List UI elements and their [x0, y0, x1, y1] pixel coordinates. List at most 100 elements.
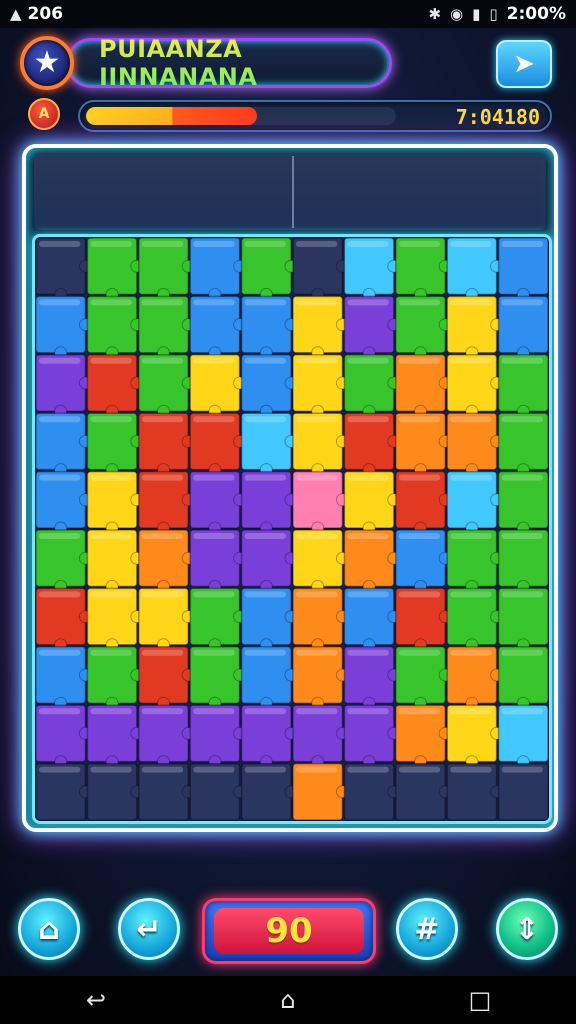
puzzle-piece[interactable] [497, 237, 549, 301]
puzzle-piece[interactable] [446, 295, 504, 360]
puzzle-pieces[interactable] [35, 237, 549, 821]
puzzle-piece[interactable] [292, 704, 349, 769]
puzzle-piece[interactable] [189, 354, 247, 418]
puzzle-piece[interactable] [35, 762, 92, 821]
puzzle-piece[interactable] [189, 529, 247, 593]
puzzle-piece[interactable] [395, 762, 452, 821]
timer-badge[interactable]: A [28, 98, 60, 130]
puzzle-piece[interactable] [240, 412, 298, 477]
puzzle-piece[interactable] [35, 470, 92, 535]
puzzle-piece[interactable] [86, 587, 144, 652]
puzzle-piece[interactable] [343, 762, 401, 821]
puzzle-piece[interactable] [35, 412, 92, 477]
puzzle-piece[interactable] [35, 529, 92, 593]
puzzle-piece[interactable] [35, 704, 92, 769]
puzzle-piece[interactable] [240, 470, 298, 535]
puzzle-piece[interactable] [240, 529, 298, 593]
puzzle-piece[interactable] [343, 587, 401, 652]
puzzle-piece[interactable] [497, 295, 549, 360]
puzzle-piece[interactable] [343, 412, 401, 477]
puzzle-piece[interactable] [497, 704, 549, 769]
puzzle-piece[interactable] [35, 237, 92, 301]
puzzle-piece[interactable] [240, 354, 298, 418]
puzzle-piece[interactable] [240, 587, 298, 652]
puzzle-piece[interactable] [138, 646, 195, 710]
hint-button[interactable]: ↵ [118, 898, 180, 960]
puzzle-piece[interactable] [189, 237, 247, 301]
puzzle-piece[interactable] [35, 354, 92, 418]
puzzle-piece[interactable] [138, 237, 195, 301]
puzzle-piece[interactable] [86, 470, 144, 535]
puzzle-piece[interactable] [138, 354, 195, 418]
puzzle-piece[interactable] [343, 470, 401, 535]
puzzle-piece[interactable] [240, 237, 298, 301]
puzzle-piece[interactable] [343, 529, 401, 593]
home-button[interactable]: ⌂ [18, 898, 80, 960]
puzzle-piece[interactable] [35, 587, 92, 652]
puzzle-piece[interactable] [138, 295, 195, 360]
puzzle-piece[interactable] [292, 470, 349, 535]
puzzle-piece[interactable] [86, 762, 144, 821]
puzzle-piece[interactable] [395, 295, 452, 360]
puzzle-piece[interactable] [446, 237, 504, 301]
puzzle-piece[interactable] [86, 704, 144, 769]
puzzle-piece[interactable] [86, 646, 144, 710]
puzzle-piece[interactable] [497, 646, 549, 710]
puzzle-piece[interactable] [292, 237, 349, 301]
puzzle-piece[interactable] [189, 470, 247, 535]
puzzle-piece[interactable] [189, 587, 247, 652]
nav-home-icon[interactable]: ⌂ [258, 980, 318, 1020]
puzzle-piece[interactable] [292, 587, 349, 652]
puzzle-piece[interactable] [35, 646, 92, 710]
puzzle-piece[interactable] [86, 529, 144, 593]
puzzle-piece[interactable] [240, 704, 298, 769]
puzzle-piece[interactable] [189, 704, 247, 769]
grid-button[interactable]: # [396, 898, 458, 960]
puzzle-piece[interactable] [138, 470, 195, 535]
puzzle-piece[interactable] [343, 646, 401, 710]
puzzle-piece[interactable] [292, 412, 349, 477]
puzzle-piece[interactable] [395, 646, 452, 710]
puzzle-piece[interactable] [138, 412, 195, 477]
puzzle-piece[interactable] [189, 646, 247, 710]
puzzle-piece[interactable] [395, 237, 452, 301]
puzzle-piece[interactable] [86, 237, 144, 301]
puzzle-piece[interactable] [446, 354, 504, 418]
puzzle-piece[interactable] [446, 704, 504, 769]
puzzle-piece[interactable] [138, 704, 195, 769]
puzzle-piece[interactable] [138, 529, 195, 593]
puzzle-piece[interactable] [138, 587, 195, 652]
puzzle-piece[interactable] [497, 529, 549, 593]
recents-icon[interactable]: □ [450, 980, 510, 1020]
puzzle-piece[interactable] [138, 762, 195, 821]
puzzle-board[interactable] [32, 234, 552, 824]
puzzle-piece[interactable] [395, 704, 452, 769]
puzzle-piece[interactable] [446, 470, 504, 535]
puzzle-piece[interactable] [35, 295, 92, 360]
puzzle-piece[interactable] [86, 412, 144, 477]
puzzle-piece[interactable] [395, 529, 452, 593]
puzzle-piece[interactable] [395, 587, 452, 652]
puzzle-piece[interactable] [240, 295, 298, 360]
puzzle-piece[interactable] [189, 762, 247, 821]
puzzle-piece[interactable] [343, 237, 401, 301]
puzzle-piece[interactable] [395, 412, 452, 477]
puzzle-piece[interactable] [497, 412, 549, 477]
puzzle-piece[interactable] [189, 412, 247, 477]
puzzle-piece[interactable] [446, 529, 504, 593]
puzzle-piece[interactable] [86, 295, 144, 360]
puzzle-piece[interactable] [240, 762, 298, 821]
puzzle-piece[interactable] [343, 354, 401, 418]
puzzle-piece[interactable] [292, 762, 349, 821]
puzzle-piece[interactable] [240, 646, 298, 710]
puzzle-piece[interactable] [292, 354, 349, 418]
puzzle-piece[interactable] [497, 354, 549, 418]
puzzle-piece[interactable] [395, 470, 452, 535]
puzzle-piece[interactable] [497, 587, 549, 652]
puzzle-piece[interactable] [497, 762, 549, 821]
puzzle-piece[interactable] [292, 529, 349, 593]
puzzle-piece[interactable] [343, 295, 401, 360]
puzzle-piece[interactable] [189, 295, 247, 360]
level-badge[interactable]: ★ [20, 36, 74, 90]
puzzle-piece[interactable] [446, 587, 504, 652]
